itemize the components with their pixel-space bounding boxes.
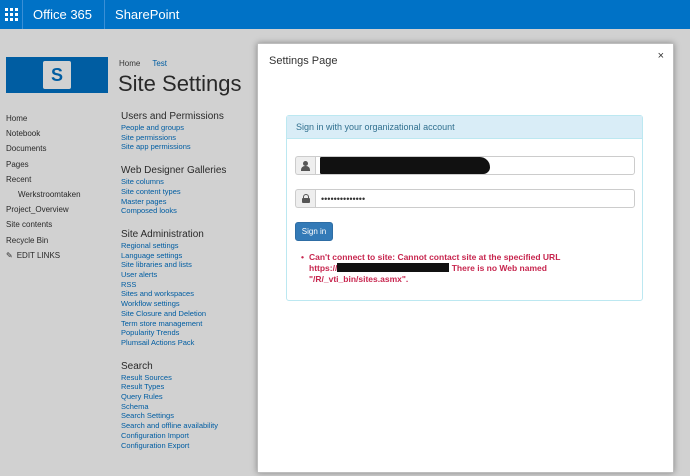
error-bullet: • <box>301 252 304 262</box>
app-launcher-icon[interactable] <box>0 0 22 29</box>
password-input[interactable] <box>315 189 635 208</box>
user-icon-addon <box>295 156 315 175</box>
redacted-username <box>320 157 490 174</box>
error-line-2: https:// There is no Web named <box>309 263 629 274</box>
signin-panel: Sign in with your organizational account… <box>286 115 643 301</box>
error-line-1: Can't connect to site: Cannot contact si… <box>309 252 561 262</box>
lock-icon <box>301 194 310 203</box>
suite-bar: Office 365 SharePoint <box>0 0 690 29</box>
error-url-prefix: https:// <box>309 263 338 273</box>
office365-link[interactable]: Office 365 <box>23 7 104 22</box>
sharepoint-link[interactable]: SharePoint <box>105 7 189 22</box>
username-field <box>295 156 635 175</box>
error-message: • Can't connect to site: Cannot contact … <box>301 252 629 285</box>
panel-heading: Sign in with your organizational account <box>287 116 642 139</box>
password-field <box>295 189 635 208</box>
error-line-3: "/R/_vti_bin/sites.asmx". <box>309 274 409 284</box>
redacted-url <box>337 263 450 272</box>
close-icon[interactable]: × <box>658 50 664 62</box>
lock-icon-addon <box>295 189 315 208</box>
error-no-web: There is no Web named <box>451 263 547 273</box>
dialog-title: Settings Page <box>269 55 338 67</box>
settings-dialog: Settings Page × Sign in with your organi… <box>257 43 674 473</box>
sign-in-button[interactable]: Sign in <box>295 222 333 241</box>
user-icon <box>301 160 310 171</box>
